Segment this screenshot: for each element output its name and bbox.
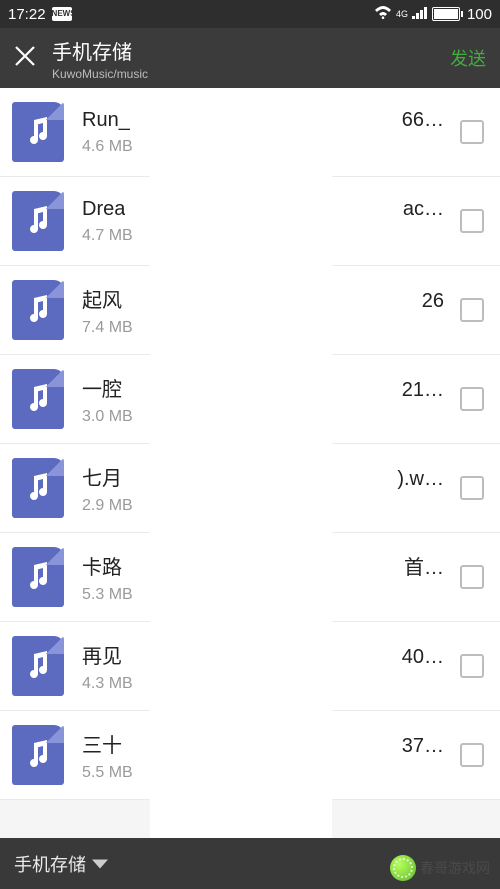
send-button[interactable]: 发送	[450, 45, 486, 71]
file-name-left: 卡路	[82, 551, 122, 580]
music-file-icon	[12, 191, 64, 251]
file-name-left: Drea	[82, 198, 125, 221]
battery-icon	[432, 7, 463, 21]
checkbox[interactable]	[460, 743, 484, 767]
watermark-text: 春哥游戏网	[420, 858, 490, 878]
file-name-left: 起风	[82, 284, 122, 313]
signal-icon	[412, 6, 428, 23]
music-file-icon	[12, 280, 64, 340]
file-name-left: 再见	[82, 640, 122, 669]
checkbox[interactable]	[460, 298, 484, 322]
checkbox[interactable]	[460, 387, 484, 411]
breadcrumb: KuwoMusic/music	[52, 67, 148, 81]
file-name-left: 一腔	[82, 373, 122, 402]
footer-label: 手机存储	[14, 851, 86, 877]
checkbox[interactable]	[460, 120, 484, 144]
wifi-icon	[374, 5, 392, 23]
occlusion-overlay	[150, 88, 332, 838]
page-title: 手机存储	[52, 36, 148, 65]
music-file-icon	[12, 102, 64, 162]
music-file-icon	[12, 725, 64, 785]
watermark: 春哥游戏网	[390, 855, 490, 881]
file-name-right: 40…	[402, 646, 444, 669]
file-name-right: 首…	[404, 551, 444, 580]
close-button[interactable]	[14, 43, 44, 74]
app-header: 手机存储 KuwoMusic/music 发送	[0, 28, 500, 88]
music-file-icon	[12, 369, 64, 429]
file-name-right: 26	[422, 290, 444, 313]
checkbox[interactable]	[460, 209, 484, 233]
file-name-right: ac…	[403, 198, 444, 221]
checkbox[interactable]	[460, 654, 484, 678]
checkbox[interactable]	[460, 565, 484, 589]
music-file-icon	[12, 458, 64, 518]
network-4g-icon: 4G	[396, 10, 408, 19]
file-name-right: 37…	[402, 735, 444, 758]
file-name-left: Run_	[82, 109, 130, 132]
file-name-left: 三十	[82, 729, 122, 758]
news-badge-icon: NEWS	[52, 7, 72, 21]
file-name-right: 66…	[402, 109, 444, 132]
file-name-right: 21…	[402, 379, 444, 402]
file-name-right: ).w…	[397, 468, 444, 491]
checkbox[interactable]	[460, 476, 484, 500]
file-name-left: 七月	[82, 462, 122, 491]
status-bar: 17:22 NEWS 4G 100	[0, 0, 500, 28]
battery-text: 100	[467, 6, 492, 23]
watermark-logo-icon	[390, 855, 416, 881]
music-file-icon	[12, 636, 64, 696]
dropdown-icon	[92, 859, 108, 868]
status-time: 17:22	[8, 6, 46, 23]
music-file-icon	[12, 547, 64, 607]
